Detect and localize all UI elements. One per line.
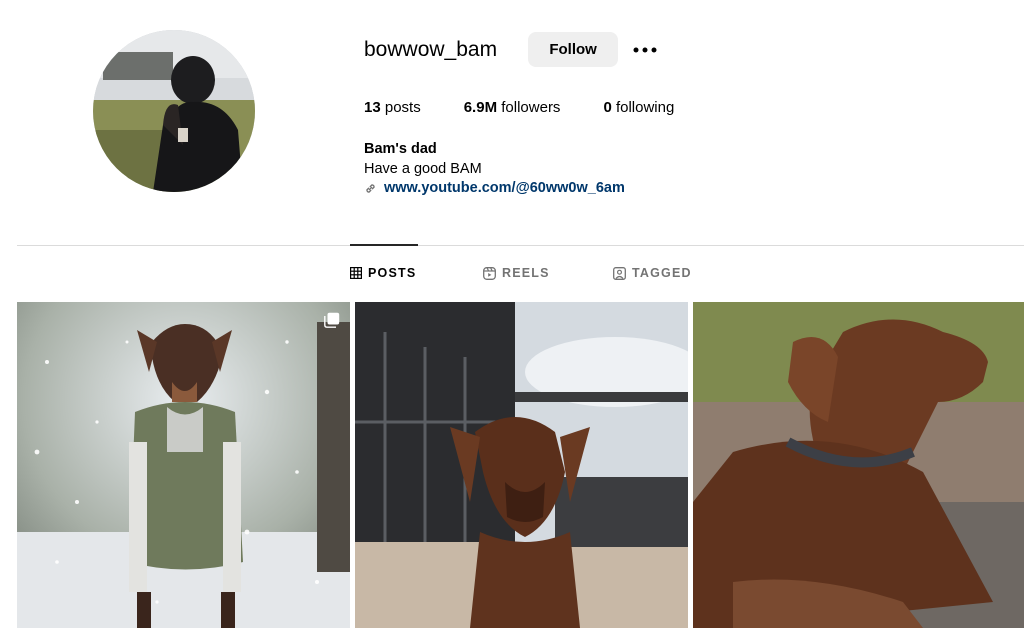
tabs-divider [17, 245, 1024, 246]
followers-label: followers [501, 99, 561, 116]
followers-stat[interactable]: 6.9M followers [464, 99, 561, 116]
username: bowwow_bam [364, 37, 498, 61]
follow-button[interactable]: Follow [528, 32, 619, 67]
profile-bio: Bam's dad Have a good BAM www.youtube.co… [364, 140, 625, 199]
profile-header: bowwow_bam Follow [364, 32, 658, 67]
tab-posts-label: POSTS [368, 266, 417, 280]
posts-count: 13 [364, 99, 381, 116]
bio-name: Bam's dad [364, 141, 437, 157]
following-count: 0 [603, 99, 612, 116]
following-label: following [615, 99, 675, 116]
active-tab-indicator [350, 244, 418, 246]
avatar-image [93, 30, 255, 192]
tagged-icon [613, 266, 626, 280]
post-image [693, 302, 1024, 628]
profile-stats: 13 posts 6.9M followers 0 following [364, 99, 717, 116]
tab-posts[interactable]: POSTS [350, 266, 416, 280]
tab-tagged-label: TAGGED [632, 266, 692, 280]
post-thumbnail[interactable] [693, 302, 1024, 628]
reels-icon [483, 266, 496, 280]
more-options-button[interactable] [632, 38, 658, 62]
bio-link[interactable]: www.youtube.com/@60ww0w_6am [364, 179, 625, 199]
bio-link-text: www.youtube.com/@60ww0w_6am [384, 180, 625, 196]
multi-photo-icon [324, 312, 340, 328]
posts-stat: 13 posts [364, 99, 421, 116]
following-stat[interactable]: 0 following [603, 99, 674, 116]
tab-reels[interactable]: REELS [483, 266, 550, 280]
post-thumbnail[interactable] [355, 302, 688, 628]
followers-count: 6.9M [463, 99, 498, 116]
profile-avatar[interactable] [93, 30, 255, 192]
bio-text: Have a good BAM [364, 160, 482, 177]
posts-label: posts [384, 99, 421, 116]
link-icon [366, 184, 375, 193]
post-image [17, 302, 350, 628]
post-thumbnail[interactable] [17, 302, 350, 628]
grid-icon [350, 267, 362, 279]
tab-tagged[interactable]: TAGGED [613, 266, 692, 280]
post-image [355, 302, 688, 628]
more-horizontal-icon [633, 47, 657, 52]
tab-reels-label: REELS [502, 266, 550, 280]
